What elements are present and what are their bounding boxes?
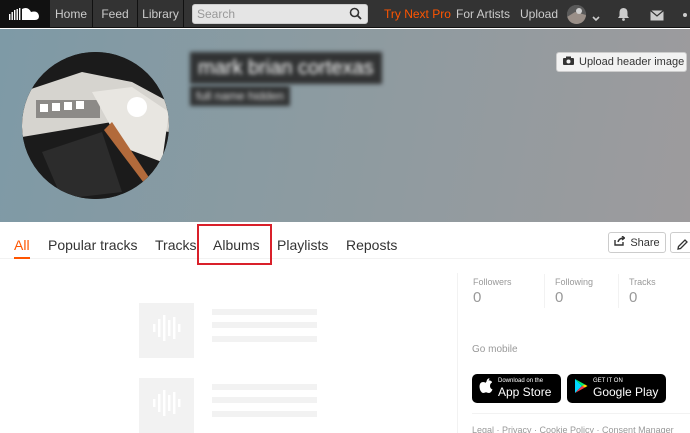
stat-label: Followers: [473, 277, 512, 287]
app-store-big-label: App Store: [498, 385, 552, 399]
nav-library[interactable]: Library: [138, 0, 184, 28]
google-play-text: GET IT ON Google Play: [593, 378, 658, 399]
stat-following[interactable]: Following 0: [555, 277, 593, 306]
active-tab-indicator: [14, 257, 30, 259]
app-store-small-label: Download on the: [498, 378, 544, 384]
waveform-icon: [150, 386, 184, 425]
sidebar-divider: [457, 273, 458, 433]
waveform-icon: [150, 311, 184, 350]
stat-followers[interactable]: Followers 0: [473, 277, 512, 306]
profile-display-name: mark brian cortexas: [190, 52, 382, 84]
notifications-bell-icon[interactable]: [617, 7, 630, 26]
stat-value: 0: [473, 289, 482, 306]
nav-feed[interactable]: Feed: [93, 0, 138, 28]
placeholder-line: [212, 309, 317, 315]
apple-icon: [479, 378, 493, 399]
search-input[interactable]: [193, 5, 343, 23]
track-artwork-placeholder: [139, 303, 194, 358]
profile-subtitle: full name hidden: [190, 86, 291, 106]
search-box: [192, 4, 368, 24]
footer-links[interactable]: Legal · Privacy · Cookie Policy · Consen…: [472, 425, 674, 433]
profile-header-banner: mark brian cortexas full name hidden Upl…: [0, 29, 690, 222]
placeholder-line: [212, 384, 317, 390]
for-artists-link[interactable]: For Artists: [456, 0, 510, 28]
stat-separator: [618, 274, 619, 308]
track-artwork-placeholder: [139, 378, 194, 433]
stat-value: 0: [629, 289, 638, 306]
app-store-text: Download on the App Store: [498, 378, 551, 399]
profile-tabs: All Popular tracks Tracks Albums Playlis…: [0, 229, 690, 259]
tab-playlists[interactable]: Playlists: [277, 237, 328, 253]
google-play-big-label: Google Play: [593, 385, 659, 399]
tab-tracks[interactable]: Tracks: [155, 237, 196, 253]
tab-reposts[interactable]: Reposts: [346, 237, 397, 253]
upload-link[interactable]: Upload: [520, 0, 558, 28]
placeholder-line: [212, 322, 317, 328]
try-next-pro-link[interactable]: Try Next Pro: [384, 0, 451, 28]
camera-icon: [563, 56, 574, 68]
upload-header-image-label: Upload header image: [579, 56, 685, 68]
pencil-icon: [677, 237, 688, 254]
placeholder-line: [212, 397, 317, 403]
nav-home[interactable]: Home: [50, 0, 93, 28]
tab-all[interactable]: All: [14, 237, 30, 253]
user-avatar[interactable]: [567, 5, 586, 24]
tab-popular-tracks[interactable]: Popular tracks: [48, 237, 137, 253]
sidebar-divider-horizontal: [472, 413, 690, 414]
stat-label: Following: [555, 277, 594, 287]
albums-highlight-box: [197, 224, 272, 265]
upload-header-image-button[interactable]: Upload header image: [556, 52, 687, 72]
share-icon: [614, 235, 626, 249]
edit-button[interactable]: [670, 232, 690, 253]
google-play-small-label: GET IT ON: [593, 378, 623, 384]
soundcloud-logo-icon[interactable]: [0, 0, 50, 28]
search-icon[interactable]: [349, 7, 362, 25]
top-navigation-bar: Home Feed Library Try Next Pro For Artis…: [0, 0, 690, 28]
share-label: Share: [630, 236, 660, 249]
stat-label: Tracks: [629, 277, 656, 287]
profile-avatar: [22, 52, 169, 199]
google-play-button[interactable]: GET IT ON Google Play: [567, 374, 666, 403]
placeholder-line: [212, 336, 317, 342]
share-button[interactable]: Share: [608, 232, 666, 253]
google-play-icon: [574, 378, 588, 399]
stat-separator: [544, 274, 545, 308]
stat-value: 0: [555, 289, 564, 306]
app-store-button[interactable]: Download on the App Store: [472, 374, 561, 403]
messages-mail-icon[interactable]: [650, 8, 664, 26]
stat-tracks[interactable]: Tracks 0: [629, 277, 656, 306]
placeholder-line: [212, 411, 317, 417]
go-mobile-heading: Go mobile: [472, 344, 518, 355]
more-options-icon[interactable]: [683, 13, 687, 17]
chevron-down-icon[interactable]: [592, 9, 600, 27]
